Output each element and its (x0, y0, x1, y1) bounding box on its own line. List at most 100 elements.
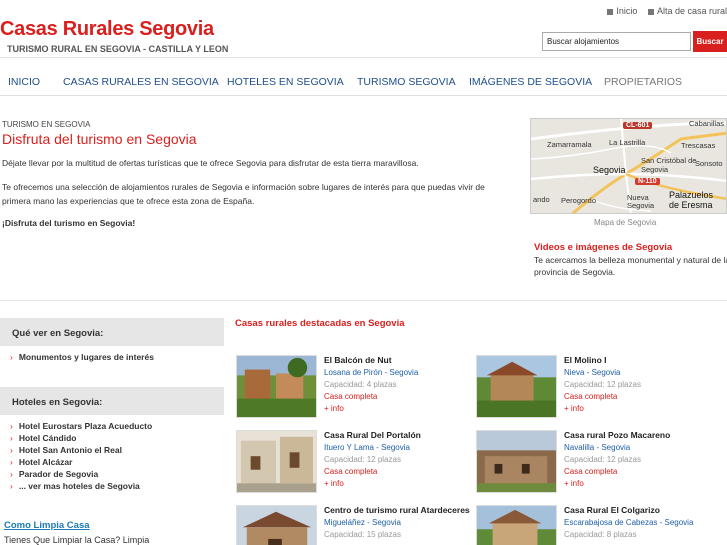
map-label: ando (533, 195, 550, 204)
arrow-icon: › (10, 352, 13, 362)
arrow-icon: › (10, 433, 13, 443)
listing-location[interactable]: Nieva - Segovia (564, 368, 620, 377)
listing-name[interactable]: Casa Rural El Colgarizo (564, 505, 660, 515)
listing-card[interactable]: El Molino I Nieva - Segovia Capacidad: 1… (476, 355, 716, 419)
arrow-icon: › (10, 421, 13, 431)
sidebar-link-hotel[interactable]: › Hotel San Antonio el Real (10, 445, 122, 455)
map-label: Sonsoto (695, 159, 723, 168)
top-link-alta-label[interactable]: Alta de casa rural (657, 6, 727, 16)
nav-inicio[interactable]: INICIO (8, 76, 40, 88)
sidebar-link-label[interactable]: Monumentos y lugares de interés (19, 352, 154, 362)
sidebar-link-hotel[interactable]: › Hotel Alcázar (10, 457, 72, 467)
listing-name[interactable]: El Molino I (564, 355, 607, 365)
listing-card[interactable]: Casa rural Pozo Macareno Navalilla - Seg… (476, 430, 716, 494)
listing-more-info[interactable]: + info (324, 479, 344, 488)
listings-title: Casas rurales destacadas en Segovia (235, 318, 405, 329)
sidebar-link-label[interactable]: Hotel Alcázar (19, 457, 73, 467)
sidebar-link-hotel[interactable]: › Hotel Cándido (10, 433, 76, 443)
listing-status: Casa completa (564, 467, 618, 476)
map-label: Nueva Segovia (627, 193, 655, 210)
listing-more-info[interactable]: + info (324, 404, 344, 413)
map-label: La Lastrilla (609, 138, 646, 147)
listing-card[interactable]: Centro de turismo rural Atardeceres Migu… (236, 505, 476, 545)
listing-card[interactable]: Casa Rural El Colgarizo Escarabajosa de … (476, 505, 716, 545)
home-icon (607, 8, 614, 15)
listing-more-info[interactable]: + info (564, 404, 584, 413)
sidebar-link-label[interactable]: Hotel Cándido (19, 433, 77, 443)
top-links: Inicio Alta de casa rural (599, 6, 727, 16)
map-caption[interactable]: Mapa de Segovia (594, 218, 656, 227)
sidebar-link-hotel[interactable]: › Hotel Eurostars Plaza Acueducto (10, 421, 152, 431)
listing-photo[interactable] (476, 505, 557, 545)
breadcrumb: TURISMO EN SEGOVIA (2, 120, 91, 129)
listing-capacity: Capacidad: 12 plazas (324, 455, 401, 464)
videos-text: Te acercamos la belleza monumental y nat… (534, 255, 727, 277)
intro-paragraph-1: Déjate llevar por la multitud de ofertas… (2, 158, 419, 168)
ad-title-link[interactable]: Como Limpia Casa (4, 520, 90, 531)
que-ver-header: Qué ver en Segovia: (0, 318, 224, 346)
listing-photo[interactable] (236, 430, 317, 493)
videos-title[interactable]: Videos e imágenes de Segovia (534, 242, 672, 253)
ad-text: Tienes Que Limpiar la Casa? Limpia (4, 535, 150, 545)
nav-turismo[interactable]: TURISMO SEGOVIA (357, 76, 456, 88)
listing-capacity: Capacidad: 8 plazas (564, 530, 637, 539)
listing-status: Casa completa (324, 467, 378, 476)
road-shield-n110: N-110 (635, 178, 660, 185)
listing-capacity: Capacidad: 4 plazas (324, 380, 397, 389)
arrow-icon: › (10, 445, 13, 455)
sidebar-link-label[interactable]: Hotel Eurostars Plaza Acueducto (19, 421, 152, 431)
listing-location[interactable]: Escarabajosa de Cabezas - Segovia (564, 518, 693, 527)
divider (0, 300, 727, 301)
map-label: San Cristóbal de Segovia (641, 156, 697, 174)
road-shield-cl601: CL-601 (623, 122, 653, 129)
listing-location[interactable]: Losana de Pirón - Segovia (324, 368, 418, 377)
sidebar-link-label[interactable]: Parador de Segovia (19, 469, 98, 479)
listing-name[interactable]: Centro de turismo rural Atardeceres (324, 505, 470, 515)
listing-more-info[interactable]: + info (564, 479, 584, 488)
listing-photo[interactable] (236, 355, 317, 418)
listing-capacity: Capacidad: 12 plazas (564, 455, 641, 464)
listing-photo[interactable] (476, 430, 557, 493)
map-label: Zamarramala (547, 140, 592, 149)
search-button[interactable]: Buscar (693, 31, 727, 52)
sidebar-link-monumentos[interactable]: › Monumentos y lugares de interés (10, 352, 154, 362)
arrow-icon: › (10, 481, 13, 491)
top-link-alta[interactable]: Alta de casa rural (647, 6, 727, 16)
listing-status: Casa completa (324, 392, 378, 401)
listing-name[interactable]: Casa rural Pozo Macareno (564, 430, 670, 440)
listing-name[interactable]: El Balcón de Nut (324, 355, 392, 365)
listing-card[interactable]: Casa Rural Del Portalón Ituero Y Lama - … (236, 430, 476, 494)
listing-capacity: Capacidad: 12 plazas (564, 380, 641, 389)
nav-propietarios[interactable]: PROPIETARIOS (604, 76, 682, 88)
nav-hoteles[interactable]: HOTELES EN SEGOVIA (227, 76, 344, 88)
sidebar-link-label[interactable]: ... ver mas hoteles de Segovia (19, 481, 140, 491)
listing-photo[interactable] (476, 355, 557, 418)
listing-location[interactable]: Migueláñez - Segovia (324, 518, 401, 527)
arrow-icon: › (10, 469, 13, 479)
top-link-inicio-label[interactable]: Inicio (616, 6, 637, 16)
page-title: Disfruta del turismo en Segovia (2, 131, 197, 147)
listing-capacity: Capacidad: 15 plazas (324, 530, 401, 539)
sidebar-link-hotel[interactable]: › Parador de Segovia (10, 469, 98, 479)
nav-casas-rurales[interactable]: CASAS RURALES EN SEGOVIA (63, 76, 219, 88)
listing-photo[interactable] (236, 505, 317, 545)
main-nav: INICIO CASAS RURALES EN SEGOVIA HOTELES … (0, 68, 727, 96)
sidebar-link-label[interactable]: Hotel San Antonio el Real (19, 445, 122, 455)
listing-location[interactable]: Ituero Y Lama - Segovia (324, 443, 410, 452)
listing-name[interactable]: Casa Rural Del Portalón (324, 430, 421, 440)
site-title[interactable]: Casas Rurales Segovia (0, 18, 214, 41)
segovia-map[interactable]: CL-601 N-110 Cabanillas del Monte Zamarr… (530, 118, 727, 214)
sidebar-link-more-hotels[interactable]: › ... ver mas hoteles de Segovia (10, 481, 140, 491)
listing-location[interactable]: Navalilla - Segovia (564, 443, 630, 452)
intro-paragraph-3: ¡Disfruta del turismo en Segovia! (2, 218, 136, 228)
hoteles-header: Hoteles en Segovia: (0, 387, 224, 415)
search-input[interactable] (542, 32, 691, 51)
house-icon (647, 8, 654, 15)
top-link-inicio[interactable]: Inicio (607, 6, 637, 16)
map-label: Palazuelos de Eresma (669, 190, 714, 210)
arrow-icon: › (10, 457, 13, 467)
listing-status: Casa completa (564, 392, 618, 401)
listing-card[interactable]: El Balcón de Nut Losana de Pirón - Segov… (236, 355, 476, 419)
nav-imagenes[interactable]: IMÁGENES DE SEGOVIA (469, 76, 592, 88)
map-label: Segovia (593, 165, 626, 175)
